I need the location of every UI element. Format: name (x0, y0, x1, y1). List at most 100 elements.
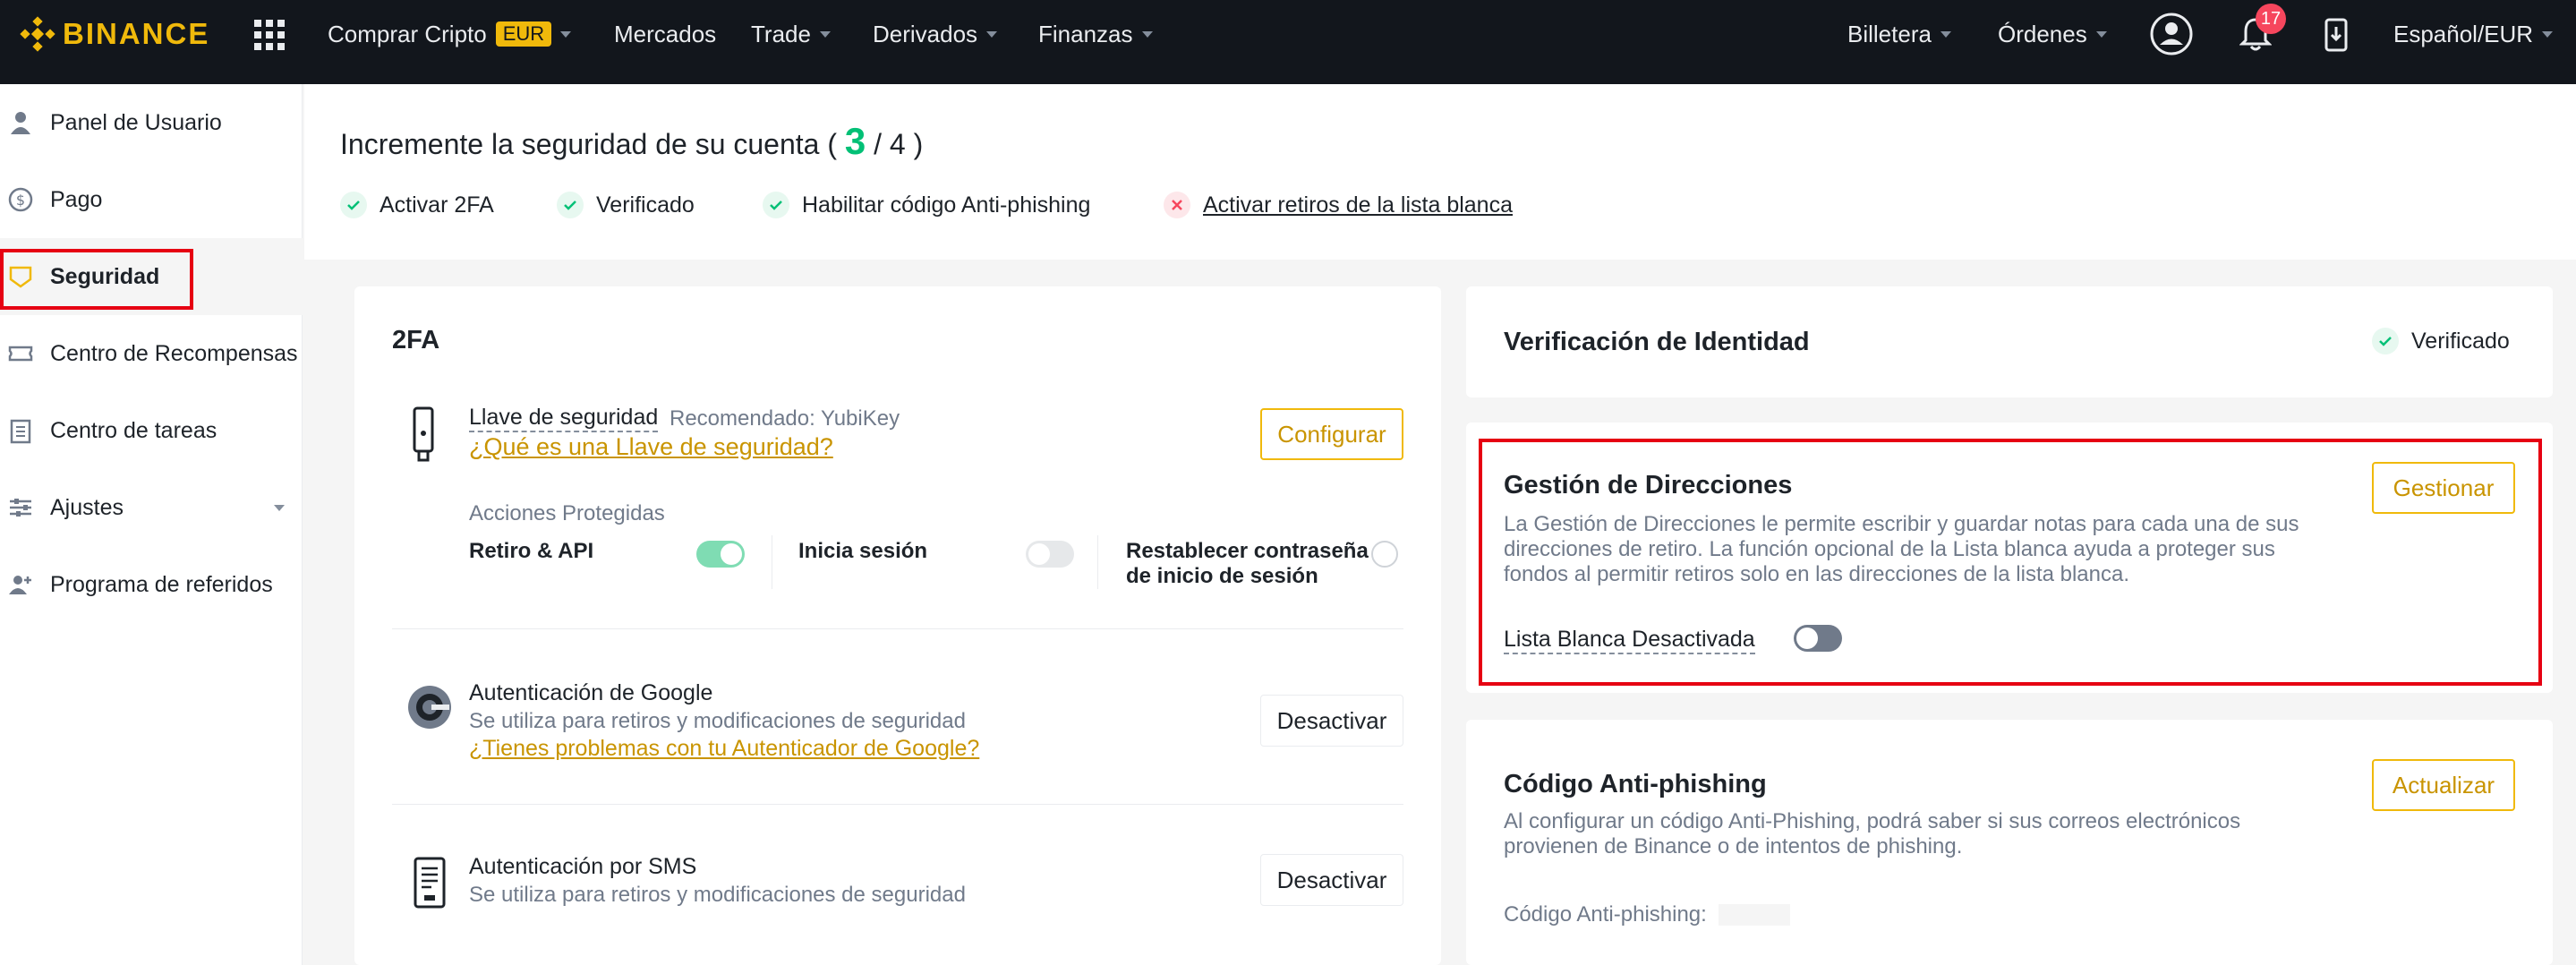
currency-badge: EUR (495, 21, 552, 47)
identity-title: Verificación de Identidad (1504, 328, 1810, 356)
protected-actions-label: Acciones Protegidas (469, 501, 665, 525)
antiphishing-title: Código Anti-phishing (1504, 770, 1767, 798)
check-label: Activar 2FA (380, 192, 494, 218)
antiphishing-code-label: Código Anti-phishing: (1504, 902, 1707, 927)
usb-key-icon (410, 406, 437, 464)
top-navigation: BINANCE Comprar Cripto EUR Mercados Trad… (0, 0, 2576, 84)
notification-count-badge: 17 (2256, 4, 2286, 34)
action-label: Restablecer contraseña (1126, 539, 1369, 563)
sms-auth-title: Autenticación por SMS (469, 854, 697, 879)
apps-grid-icon[interactable] (254, 20, 285, 50)
action-label: de inicio de sesión (1126, 564, 1318, 588)
identity-status: Verificado (2372, 328, 2510, 354)
security-score: 3 (844, 120, 866, 162)
sms-auth-desc: Se utiliza para retiros y modificaciones… (469, 883, 966, 907)
ticket-icon (5, 338, 36, 369)
google-auth-title: Autenticación de Google (469, 680, 713, 705)
summary-title-text: Incremente la seguridad de su cuenta ( (340, 128, 837, 160)
nav-derivatives[interactable]: Derivados (873, 16, 998, 52)
binance-logo[interactable]: BINANCE (20, 16, 209, 52)
google-authenticator-icon (406, 684, 453, 730)
check-icon (763, 192, 789, 218)
sidebar-item-label: Pago (50, 186, 103, 212)
check-icon (557, 192, 584, 218)
masked-code (1719, 904, 1790, 926)
antiphishing-card: Código Anti-phishing Al configurar un có… (1466, 720, 2553, 965)
sidebar-item-label: Centro de Recompensas (50, 340, 298, 366)
page-title: Incremente la seguridad de su cuenta ( 3… (340, 120, 923, 163)
nav-trade[interactable]: Trade (751, 16, 831, 52)
sms-deactivate-button[interactable]: Desactivar (1260, 854, 1403, 906)
reset-password-toggle[interactable] (1371, 541, 1398, 568)
google-deactivate-button[interactable]: Desactivar (1260, 695, 1403, 747)
configure-button[interactable]: Configurar (1260, 408, 1403, 460)
sidebar-item-referral[interactable]: Programa de referidos (0, 546, 303, 623)
brand-name: BINANCE (63, 17, 210, 50)
security-summary: Incremente la seguridad de su cuenta ( 3… (304, 84, 2576, 260)
account-avatar-icon[interactable] (2148, 11, 2195, 57)
whitelist-activate-link[interactable]: Activar retiros de la lista blanca (1164, 192, 1513, 218)
user-icon (5, 107, 36, 138)
check-label: Habilitar código Anti-phishing (802, 192, 1091, 218)
check-label: Activar retiros de la lista blanca (1203, 192, 1513, 218)
nav-wallet[interactable]: Billetera (1847, 16, 1951, 52)
withdraw-api-toggle[interactable] (696, 541, 745, 568)
chevron-down-icon (274, 505, 285, 511)
nav-derivatives-label: Derivados (873, 21, 978, 47)
svg-text:$: $ (16, 192, 25, 209)
chevron-down-icon (1141, 30, 1153, 38)
sidebar-item-payment[interactable]: $ Pago (0, 161, 303, 238)
clipboard-icon (5, 415, 36, 446)
nav-markets-label: Mercados (614, 21, 717, 47)
chevron-down-icon (819, 30, 831, 38)
highlight-box (1479, 439, 2542, 686)
binance-logo-icon (20, 16, 55, 52)
nav-orders[interactable]: Órdenes (1998, 16, 2107, 52)
nav-wallet-label: Billetera (1847, 21, 1932, 47)
x-icon (1164, 192, 1190, 218)
language-selector[interactable]: Español/EUR (2393, 16, 2554, 52)
divider (392, 628, 1403, 629)
check-item: Activar 2FA (340, 192, 494, 218)
sliders-icon (5, 492, 36, 523)
sidebar-item-rewards[interactable]: Centro de Recompensas (0, 315, 303, 392)
google-auth-help-link[interactable]: ¿Tienes problemas con tu Autenticador de… (469, 736, 979, 762)
chevron-down-icon (2542, 30, 2554, 38)
sidebar-item-label: Panel de Usuario (50, 109, 222, 135)
login-toggle[interactable] (1026, 541, 1074, 568)
sidebar: Panel de Usuario $ Pago Seguridad Centro… (0, 84, 303, 965)
security-score-total: / 4 ) (874, 128, 924, 160)
check-icon (340, 192, 367, 218)
nav-markets[interactable]: Mercados (614, 16, 716, 52)
nav-orders-label: Órdenes (1998, 21, 2087, 47)
nav-buy-crypto[interactable]: Comprar Cripto EUR (328, 16, 572, 52)
check-label: Verificado (596, 192, 695, 218)
highlight-box (0, 249, 193, 310)
update-button[interactable]: Actualizar (2372, 759, 2515, 811)
sms-phone-icon (412, 856, 448, 909)
chevron-down-icon (2095, 30, 2107, 38)
security-key-help-link[interactable]: ¿Qué es una Llave de seguridad? (469, 433, 833, 461)
nav-finance-label: Finanzas (1038, 21, 1133, 47)
action-label: Inicia sesión (798, 539, 928, 563)
divider (392, 804, 1403, 805)
security-key-title: Llave de seguridad (469, 405, 659, 432)
divider (1097, 535, 1098, 589)
sidebar-item-label: Centro de tareas (50, 417, 218, 443)
sidebar-item-settings[interactable]: Ajustes (0, 469, 303, 546)
identity-status-label: Verificado (2411, 328, 2510, 354)
sidebar-item-tasks[interactable]: Centro de tareas (0, 392, 303, 469)
identity-card: Verificación de Identidad Verificado (1466, 286, 2553, 397)
chevron-down-icon (1940, 30, 1951, 38)
nav-finance[interactable]: Finanzas (1038, 16, 1153, 52)
sidebar-item-label: Ajustes (50, 494, 124, 520)
check-item: Verificado (557, 192, 695, 218)
chevron-down-icon (560, 30, 572, 38)
twofa-card: 2FA Llave de seguridad Recomendado: Yubi… (354, 286, 1441, 965)
antiphishing-desc: Al configurar un código Anti-Phishing, p… (1504, 809, 2241, 833)
dollar-icon: $ (5, 184, 36, 215)
sidebar-item-user-panel[interactable]: Panel de Usuario (0, 84, 303, 161)
chevron-down-icon (986, 30, 998, 38)
nav-trade-label: Trade (751, 21, 811, 47)
download-app-icon[interactable] (2320, 16, 2352, 54)
